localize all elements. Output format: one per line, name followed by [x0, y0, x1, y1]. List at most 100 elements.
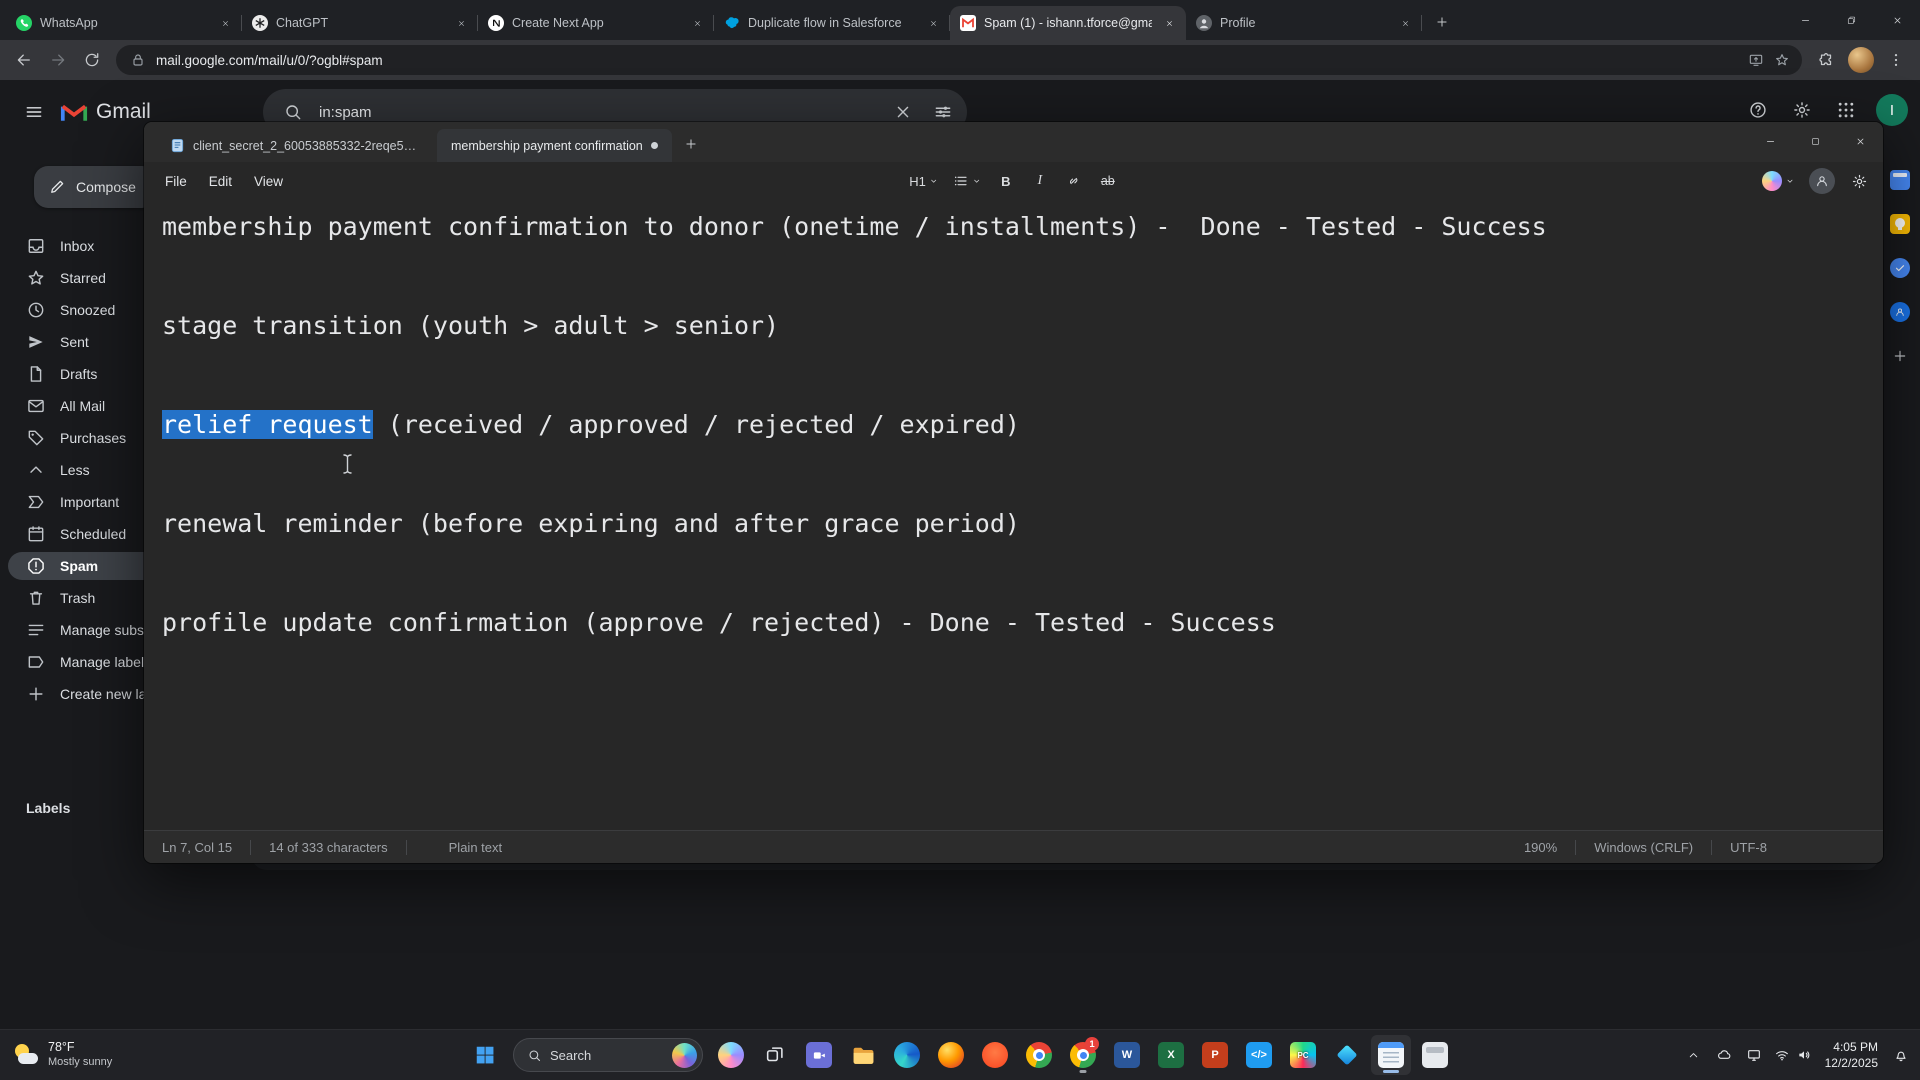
- keep-icon[interactable]: [1890, 214, 1910, 234]
- taskbar-edge-button[interactable]: [887, 1035, 927, 1075]
- browser-tab-create-next-app[interactable]: Create Next App: [478, 6, 714, 40]
- profile-favicon: [1196, 15, 1212, 31]
- copilot-button[interactable]: [1758, 167, 1799, 195]
- site-info-icon[interactable]: [130, 52, 146, 68]
- clock-icon: [26, 300, 46, 320]
- calendar-icon[interactable]: [1890, 170, 1910, 190]
- taskbar-task-view-button[interactable]: [755, 1035, 795, 1075]
- bookmark-star-icon[interactable]: [1774, 52, 1790, 68]
- strikethrough-button[interactable]: ab: [1094, 167, 1122, 195]
- back-button[interactable]: [8, 44, 40, 76]
- apps-grid-icon: [1836, 100, 1856, 120]
- tab-close-icon[interactable]: [452, 14, 470, 32]
- heading-button[interactable]: H1: [905, 167, 943, 195]
- taskbar-teams-button[interactable]: [799, 1035, 839, 1075]
- sidebar-item-label: Drafts: [60, 366, 97, 382]
- taskbar-clock[interactable]: 4:05 PM 12/2/2025: [1817, 1039, 1886, 1071]
- tasks-icon[interactable]: [1890, 258, 1910, 278]
- extensions-button[interactable]: [1810, 44, 1842, 76]
- sidebar-item-label: Trash: [60, 590, 95, 606]
- taskbar-chrome-button[interactable]: [1019, 1035, 1059, 1075]
- taskbar-chrome-profile-button[interactable]: 1: [1063, 1035, 1103, 1075]
- trash-icon: [26, 588, 46, 608]
- taskbar-excel-button[interactable]: X: [1151, 1035, 1191, 1075]
- copilot-icon: [718, 1042, 744, 1068]
- italic-button[interactable]: I: [1026, 167, 1054, 195]
- notepad-window-controls: [1748, 122, 1883, 160]
- browser-tab-duplicate-flow-in-salesforce[interactable]: Duplicate flow in Salesforce: [714, 6, 950, 40]
- notepad-settings-button[interactable]: [1845, 167, 1873, 195]
- close-button[interactable]: [1874, 0, 1920, 40]
- sidebar-item-label: Important: [60, 494, 119, 510]
- bold-button[interactable]: B: [992, 167, 1020, 195]
- text-cursor-pointer: [341, 453, 354, 475]
- new-tab-button[interactable]: [1428, 8, 1456, 36]
- browser-profile-avatar[interactable]: [1848, 47, 1874, 73]
- taskbar-azure-button[interactable]: [1327, 1035, 1367, 1075]
- notepad-account-avatar[interactable]: [1809, 168, 1835, 194]
- start-button[interactable]: [465, 1035, 505, 1075]
- search-query[interactable]: in:spam: [319, 104, 877, 121]
- tab-close-icon[interactable]: [216, 14, 234, 32]
- hidden-icons-button[interactable]: [1679, 1037, 1709, 1073]
- network-volume-button[interactable]: [1769, 1037, 1817, 1073]
- notepad-close-button[interactable]: [1838, 122, 1883, 160]
- taskbar-app-window-button[interactable]: [1415, 1035, 1455, 1075]
- taskbar-pycharm-button[interactable]: PC: [1283, 1035, 1323, 1075]
- browser-tab-profile[interactable]: Profile: [1186, 6, 1422, 40]
- menu-file[interactable]: File: [154, 169, 198, 194]
- weather-widget[interactable]: 78°F Mostly sunny: [4, 1030, 122, 1080]
- notification-center-button[interactable]: [1886, 1037, 1916, 1073]
- browser-tab-whatsapp[interactable]: WhatsApp: [6, 6, 242, 40]
- notepad-icon: [1378, 1042, 1404, 1068]
- notepad-minimize-button[interactable]: [1748, 122, 1793, 160]
- editor-area[interactable]: membership payment confirmation to donor…: [144, 200, 1883, 830]
- taskbar-vscode-button[interactable]: </>: [1239, 1035, 1279, 1075]
- tab-close-icon[interactable]: [1160, 14, 1178, 32]
- notepad-tab-client-secret-2-60053885332-2r[interactable]: client_secret_2_60053885332-2reqe52rribc: [156, 129, 437, 162]
- taskbar-firefox-button[interactable]: [931, 1035, 971, 1075]
- tab-close-icon[interactable]: [688, 14, 706, 32]
- windows-logo-icon: [474, 1044, 496, 1066]
- onedrive-tray-button[interactable]: [1709, 1037, 1739, 1073]
- taskbar-word-button[interactable]: W: [1107, 1035, 1147, 1075]
- search-highlight-icon[interactable]: [672, 1043, 697, 1068]
- screen-share-icon[interactable]: [1748, 52, 1764, 68]
- list-button[interactable]: [949, 167, 986, 195]
- link-button[interactable]: [1060, 167, 1088, 195]
- compose-button[interactable]: Compose: [34, 166, 156, 208]
- contacts-icon[interactable]: [1890, 302, 1910, 322]
- add-side-panel-app-button[interactable]: [1890, 346, 1910, 366]
- address-bar[interactable]: mail.google.com/mail/u/0/?ogbl#spam: [116, 45, 1802, 75]
- taskbar-search-box[interactable]: Search: [513, 1038, 703, 1072]
- sidebar-item-label: Scheduled: [60, 526, 126, 542]
- menu-view[interactable]: View: [243, 169, 294, 194]
- restore-icon: [1846, 15, 1857, 26]
- forward-button[interactable]: [42, 44, 74, 76]
- status-zoom-level[interactable]: 190%: [1506, 840, 1575, 855]
- notepad-tab-membership-payment-confirmatio[interactable]: membership payment confirmation: [437, 129, 672, 162]
- editor-line: membership payment confirmation to donor…: [162, 210, 1883, 243]
- menu-edit[interactable]: Edit: [198, 169, 243, 194]
- browser-tab-spam-1-ishann-tforce-gmai[interactable]: Spam (1) - ishann.tforce@gmai: [950, 6, 1186, 40]
- new-notepad-tab-button[interactable]: [676, 129, 706, 159]
- browser-menu-button[interactable]: [1880, 44, 1912, 76]
- taskbar-powerpoint-button[interactable]: P: [1195, 1035, 1235, 1075]
- list-icon: [953, 173, 969, 189]
- tab-close-icon[interactable]: [1396, 14, 1414, 32]
- main-menu-button[interactable]: [12, 90, 56, 134]
- taskbar-copilot-button[interactable]: [711, 1035, 751, 1075]
- restore-button[interactable]: [1828, 0, 1874, 40]
- taskbar-brave-button[interactable]: [975, 1035, 1015, 1075]
- minimize-button[interactable]: [1782, 0, 1828, 40]
- chevron-down-icon: [1785, 176, 1795, 186]
- taskbar-notepad-button[interactable]: [1371, 1035, 1411, 1075]
- taskbar-file-explorer-button[interactable]: [843, 1035, 883, 1075]
- tab-close-icon[interactable]: [924, 14, 942, 32]
- editor-line: stage transition (youth > adult > senior…: [162, 309, 1883, 342]
- wifi-icon: [1774, 1047, 1790, 1063]
- browser-tab-chatgpt[interactable]: ChatGPT: [242, 6, 478, 40]
- display-tray-button[interactable]: [1739, 1037, 1769, 1073]
- notepad-maximize-button[interactable]: [1793, 122, 1838, 160]
- reload-button[interactable]: [76, 44, 108, 76]
